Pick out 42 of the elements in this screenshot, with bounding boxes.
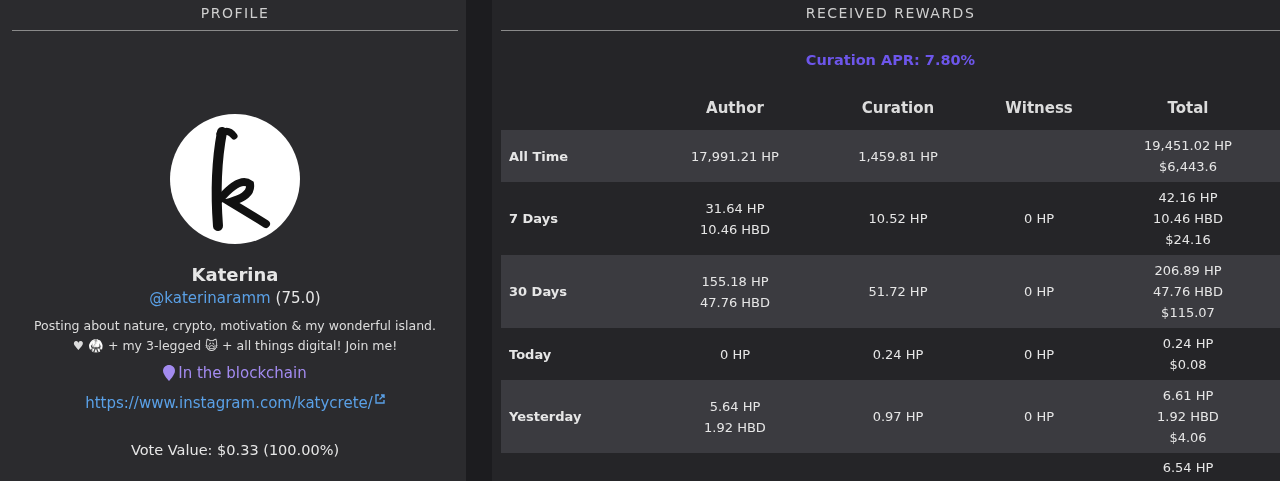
location-text: In the blockchain (178, 364, 307, 382)
row-label: Yesterday (509, 409, 582, 424)
column-header: Curation (860, 99, 936, 117)
curation-apr: Curation APR: 7.80% (804, 52, 977, 70)
vote-value: Vote Value: $0.33 (100.00%) (130, 442, 340, 458)
website-link[interactable]: https://www.instagram.com/katycrete/ (85, 394, 373, 412)
table-cell-text: 6.54 HP (1162, 459, 1214, 477)
table-cell-text: 0 HP (1024, 408, 1054, 426)
username-link[interactable]: @katerinaramm (149, 289, 271, 307)
table-cell-text: 0 HP (720, 345, 750, 364)
external-link-icon (374, 394, 385, 404)
reputation-score: (75.0) (275, 289, 321, 307)
table-cell-text: 0 HP (1024, 345, 1054, 364)
column-header: Total (1166, 99, 1210, 117)
table-cell-text: 31.64 HP 10.46 HBD (699, 199, 771, 239)
table-cell-text: 1,459.81 HP (858, 147, 938, 166)
table-cell-text: 19,451.02 HP $6,443.6 (1144, 137, 1232, 176)
table-cell-text: 206.89 HP 47.76 HBD $115.07 (1152, 262, 1224, 322)
table-cell-text: 155.18 HP 47.76 HBD (699, 272, 771, 312)
location-pin-icon (163, 365, 176, 381)
table-cell-text: 0.24 HP $0.08 (1162, 335, 1214, 374)
table-cell-text: 6.61 HP 1.92 HBD $4.06 (1157, 387, 1219, 447)
table-cell-text: 5.64 HP 1.92 HBD (704, 397, 766, 437)
bio-text: ♥ 🥋 + my 3-legged 🙀 + all things digital! Join me! (71, 337, 399, 355)
bio-text: Posting about nature, crypto, motivation & my wonderful island. (34, 317, 436, 335)
table-cell-text: 17,991.21 HP (691, 147, 779, 166)
table-cell-text: 0.24 HP (872, 345, 924, 364)
row-label: All Time (509, 148, 569, 164)
column-header: Witness (1004, 99, 1074, 117)
row-label: Today (509, 346, 552, 362)
table-cell-text: 0 HP (1024, 210, 1054, 228)
table-cell-text: 0.97 HP (872, 408, 924, 426)
column-header: Author (705, 99, 765, 117)
profile-name: Katerina (191, 264, 279, 285)
panel-heading: RECEIVED REWARDS (501, 0, 1280, 31)
table-cell-text: 10.52 HP (868, 210, 928, 228)
table-cell-text: 51.72 HP (868, 283, 928, 301)
table-cell-text: 0 HP (1024, 283, 1054, 301)
table-cell-text: 42.16 HP 10.46 HBD $24.16 (1152, 189, 1224, 249)
panel-heading: PROFILE (12, 0, 458, 31)
row-label: 30 Days (509, 284, 567, 299)
row-label: 7 Days (509, 211, 558, 226)
